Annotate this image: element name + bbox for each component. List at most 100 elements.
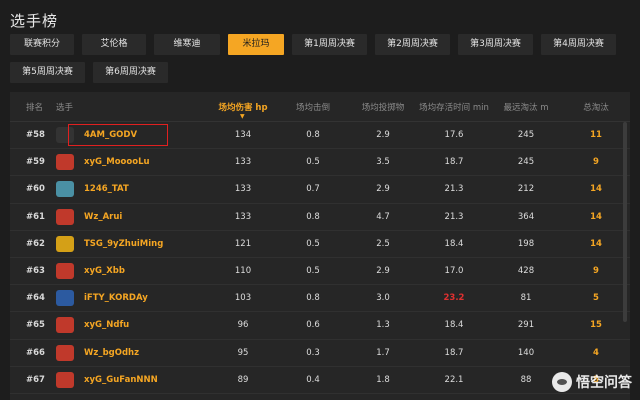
- avg-damage-cell: 133: [234, 157, 252, 168]
- scrollbar[interactable]: [623, 122, 627, 322]
- avg-survival-cell: 23.2: [443, 293, 465, 304]
- xyg-logo-icon: [56, 154, 74, 171]
- avg-knock-cell: 0.5: [306, 238, 320, 249]
- header-avg-knock[interactable]: 场均击倒: [278, 101, 348, 113]
- tab-miramar[interactable]: 米拉玛: [228, 34, 284, 55]
- avg-damage-cell: 95: [237, 347, 249, 358]
- tab-vikendi[interactable]: 维寒迪: [154, 34, 220, 55]
- avg-survival-cell: 22.1: [444, 374, 464, 385]
- player-name[interactable]: xyG_Ndfu: [84, 320, 129, 330]
- farthest-kill-cell: 364: [517, 211, 535, 222]
- header-avg-survival[interactable]: 场均存活时间 min: [418, 101, 490, 113]
- table-row[interactable]: #65 xyG_Ndfu 96 0.6 1.3 18.4 291 15: [10, 312, 630, 340]
- tab-week5-finals[interactable]: 第5周周决赛: [10, 62, 85, 83]
- wz-logo-icon: [56, 208, 74, 225]
- player-cell[interactable]: xyG_Ndfu: [56, 317, 208, 334]
- farthest-kill-cell: 245: [517, 130, 535, 141]
- avg-knock-cell: 0.8: [306, 130, 320, 141]
- header-player[interactable]: 选手: [56, 101, 208, 113]
- total-kills-cell: 9: [593, 157, 599, 168]
- tsg-logo-icon: [56, 235, 74, 252]
- farthest-kill-cell: 140: [517, 347, 535, 358]
- avg-knock-cell: 0.4: [306, 374, 320, 385]
- rank-cell: #64: [26, 293, 45, 304]
- rank-cell: #66: [26, 347, 45, 358]
- player-name[interactable]: iFTY_KORDAy: [84, 293, 148, 303]
- avg-knock-cell: 0.6: [306, 320, 320, 331]
- player-name[interactable]: 1246_TAT: [84, 184, 129, 194]
- player-cell[interactable]: Wz_bgOdhz: [56, 344, 208, 361]
- player-name[interactable]: xyG_Xbb: [84, 266, 125, 276]
- tab-week4-finals[interactable]: 第4周周决赛: [541, 34, 616, 55]
- table-row[interactable]: #59 xyG_MooooLu 133 0.5 3.5 18.7 245 9: [10, 149, 630, 177]
- rank-cell: #58: [26, 130, 45, 141]
- page-title: 选手榜: [10, 12, 59, 30]
- avg-knock-cell: 0.8: [306, 293, 320, 304]
- total-kills-cell: 14: [590, 238, 602, 249]
- avg-throw-cell: 3.0: [376, 293, 390, 304]
- avg-knock-cell: 0.3: [306, 347, 320, 358]
- table-body: #58 4AM_GODV 134 0.8 2.9 17.6 245 11 #59…: [10, 122, 630, 394]
- table-row[interactable]: #62 TSG_9yZhuiMing 121 0.5 2.5 18.4 198 …: [10, 231, 630, 258]
- tab-week2-finals[interactable]: 第2周周决赛: [375, 34, 450, 55]
- player-cell[interactable]: 4AM_GODV: [56, 127, 208, 144]
- player-name[interactable]: xyG_GuFanNNN: [84, 375, 158, 385]
- total-kills-cell: 5: [593, 293, 599, 304]
- rank-cell: #59: [26, 157, 45, 168]
- total-kills-cell: 9: [593, 266, 599, 277]
- tab-bar: 联赛积分 艾伦格 维寒迪 米拉玛 第1周周决赛 第2周周决赛 第3周周决赛 第4…: [10, 34, 630, 83]
- player-cell[interactable]: 1246_TAT: [56, 181, 208, 198]
- tab-week6-finals[interactable]: 第6周周决赛: [93, 62, 168, 83]
- table-row[interactable]: #66 Wz_bgOdhz 95 0.3 1.7 18.7 140 4: [10, 340, 630, 367]
- player-cell[interactable]: xyG_Xbb: [56, 263, 208, 280]
- avg-knock-cell: 0.5: [306, 157, 320, 168]
- avg-damage-cell: 134: [234, 130, 252, 141]
- player-cell[interactable]: TSG_9yZhuiMing: [56, 235, 208, 252]
- xyg-logo-icon: [56, 317, 74, 334]
- tab-league-points[interactable]: 联赛积分: [10, 34, 74, 55]
- wukong-logo-icon: [552, 372, 572, 392]
- avg-damage-cell: 121: [234, 238, 252, 249]
- table-row[interactable]: #67 xyG_GuFanNNN 89 0.4 1.8 22.1 88 8: [10, 367, 630, 394]
- table-header: 排名 选手 场均伤害 hp ▼ 场均击倒 场均投掷物 场均存活时间 min 最远…: [10, 92, 630, 122]
- header-rank[interactable]: 排名: [10, 101, 56, 113]
- player-name[interactable]: Wz_Arui: [84, 212, 122, 222]
- avg-survival-cell: 17.0: [444, 266, 464, 277]
- header-avg-damage[interactable]: 场均伤害 hp ▼: [208, 101, 278, 120]
- avg-knock-cell: 0.7: [306, 184, 320, 195]
- watermark-text: 悟空问答: [576, 375, 632, 391]
- player-cell[interactable]: xyG_MooooLu: [56, 154, 208, 171]
- header-avg-throw[interactable]: 场均投掷物: [348, 101, 418, 113]
- farthest-kill-cell: 212: [517, 184, 535, 195]
- player-name[interactable]: TSG_9yZhuiMing: [84, 239, 163, 249]
- tab-week1-finals[interactable]: 第1周周决赛: [292, 34, 367, 55]
- watermark: 悟空问答: [552, 372, 632, 392]
- player-cell[interactable]: Wz_Arui: [56, 208, 208, 225]
- avg-survival-cell: 17.6: [444, 130, 464, 141]
- table-row[interactable]: #60 1246_TAT 133 0.7 2.9 21.3 212 14: [10, 176, 630, 204]
- 1246-logo-icon: [56, 181, 74, 198]
- avg-damage-cell: 133: [234, 184, 252, 195]
- wz-logo-icon: [56, 344, 74, 361]
- total-kills-cell: 14: [590, 184, 602, 195]
- avg-throw-cell: 4.7: [376, 211, 390, 222]
- farthest-kill-cell: 245: [517, 157, 535, 168]
- table-row[interactable]: #58 4AM_GODV 134 0.8 2.9 17.6 245 11: [10, 122, 630, 150]
- player-name[interactable]: xyG_MooooLu: [84, 157, 150, 167]
- table-row[interactable]: #63 xyG_Xbb 110 0.5 2.9 17.0 428 9: [10, 258, 630, 286]
- player-name[interactable]: Wz_bgOdhz: [84, 348, 139, 358]
- total-kills-cell: 11: [590, 130, 602, 141]
- player-name[interactable]: 4AM_GODV: [84, 130, 137, 140]
- header-total-kills[interactable]: 总淘汰: [562, 101, 630, 113]
- table-row[interactable]: #64 iFTY_KORDAy 103 0.8 3.0 23.2 81 5: [10, 285, 630, 313]
- farthest-kill-cell: 428: [517, 266, 535, 277]
- tab-week3-finals[interactable]: 第3周周决赛: [458, 34, 533, 55]
- avg-survival-cell: 18.7: [444, 157, 464, 168]
- player-cell[interactable]: xyG_GuFanNNN: [56, 371, 208, 388]
- sort-down-icon: ▼: [240, 112, 245, 120]
- avg-throw-cell: 1.3: [376, 320, 390, 331]
- player-cell[interactable]: iFTY_KORDAy: [56, 290, 208, 307]
- header-farthest-kill[interactable]: 最远淘汰 m: [490, 101, 562, 113]
- tab-erangel[interactable]: 艾伦格: [82, 34, 146, 55]
- table-row[interactable]: #61 Wz_Arui 133 0.8 4.7 21.3 364 14: [10, 204, 630, 231]
